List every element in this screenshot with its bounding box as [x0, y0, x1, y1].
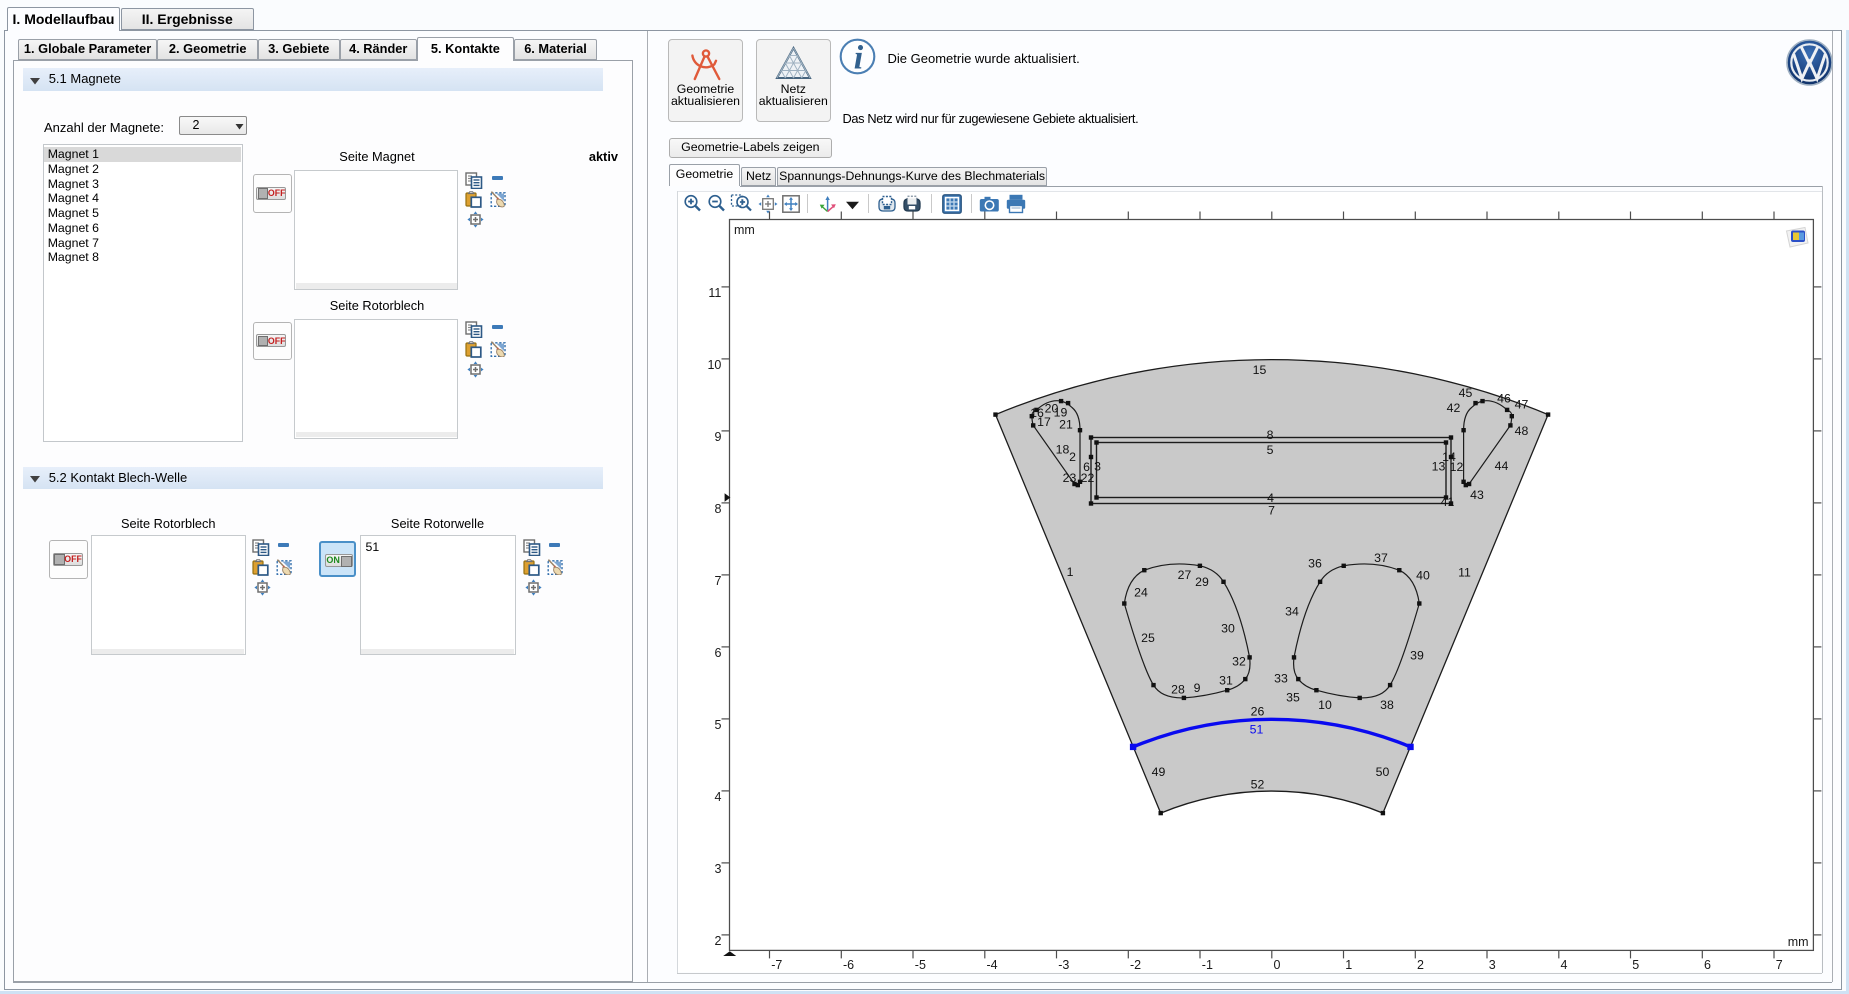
svg-text:48: 48: [1515, 424, 1529, 438]
svg-text:5: 5: [1267, 443, 1274, 457]
svg-text:3: 3: [714, 862, 721, 876]
svg-text:-6: -6: [843, 958, 854, 972]
svg-text:44: 44: [1495, 459, 1509, 473]
svg-text:mm: mm: [734, 223, 755, 237]
svg-text:33: 33: [1274, 671, 1288, 685]
svg-text:35: 35: [1286, 690, 1300, 704]
svg-text:-1: -1: [1202, 958, 1213, 972]
svg-text:8: 8: [714, 502, 721, 516]
svg-text:14: 14: [1442, 450, 1456, 464]
svg-text:29: 29: [1195, 575, 1209, 589]
svg-text:4: 4: [1561, 958, 1568, 972]
svg-text:7: 7: [714, 574, 721, 588]
svg-text:8: 8: [1267, 428, 1274, 442]
svg-text:45: 45: [1459, 386, 1473, 400]
svg-text:31: 31: [1219, 673, 1233, 687]
svg-text:i: i: [854, 40, 864, 77]
svg-text:43: 43: [1470, 488, 1484, 502]
svg-text:6: 6: [714, 646, 721, 660]
svg-text:51: 51: [1250, 722, 1264, 736]
svg-text:7: 7: [1776, 958, 1783, 972]
svg-text:6: 6: [1704, 958, 1711, 972]
svg-text:50: 50: [1376, 765, 1390, 779]
svg-text:32: 32: [1232, 654, 1246, 668]
svg-text:30: 30: [1221, 621, 1235, 635]
svg-text:2: 2: [714, 934, 721, 948]
svg-text:37: 37: [1374, 551, 1388, 565]
svg-text:3: 3: [1094, 459, 1101, 473]
svg-text:34: 34: [1285, 604, 1299, 618]
svg-text:22: 22: [1081, 471, 1095, 485]
svg-text:mm: mm: [1788, 935, 1809, 949]
svg-text:28: 28: [1171, 682, 1185, 696]
svg-text:-3: -3: [1058, 958, 1069, 972]
svg-text:-7: -7: [771, 958, 782, 972]
svg-text:1: 1: [1345, 958, 1352, 972]
svg-text:9: 9: [714, 430, 721, 444]
svg-text:49: 49: [1152, 765, 1166, 779]
svg-text:38: 38: [1380, 698, 1394, 712]
svg-text:7: 7: [1268, 504, 1275, 518]
svg-text:5: 5: [714, 718, 721, 732]
svg-text:46: 46: [1497, 391, 1511, 405]
svg-text:15: 15: [1253, 363, 1267, 377]
svg-text:18: 18: [1056, 442, 1070, 456]
svg-text:39: 39: [1410, 648, 1424, 662]
svg-text:23: 23: [1063, 471, 1077, 485]
svg-text:0: 0: [1274, 958, 1281, 972]
svg-text:17: 17: [1037, 415, 1051, 429]
svg-text:11: 11: [708, 286, 721, 300]
svg-text:21: 21: [1059, 417, 1073, 431]
svg-text:36: 36: [1308, 556, 1322, 570]
svg-text:11: 11: [1458, 565, 1471, 579]
svg-text:3: 3: [1489, 958, 1496, 972]
svg-text:1: 1: [1067, 565, 1074, 579]
svg-text:47: 47: [1515, 397, 1529, 411]
svg-text:26: 26: [1251, 704, 1265, 718]
svg-text:41: 41: [1441, 495, 1455, 509]
svg-text:2: 2: [1069, 450, 1076, 464]
svg-text:-4: -4: [987, 958, 998, 972]
svg-text:40: 40: [1416, 568, 1430, 582]
svg-text:10: 10: [707, 358, 721, 372]
svg-text:-5: -5: [915, 958, 926, 972]
svg-text:4: 4: [714, 790, 721, 804]
svg-text:2: 2: [1417, 958, 1424, 972]
svg-text:5: 5: [1632, 958, 1639, 972]
svg-text:9: 9: [1194, 681, 1201, 695]
svg-text:27: 27: [1178, 568, 1192, 582]
svg-text:10: 10: [1318, 698, 1332, 712]
svg-text:-2: -2: [1130, 958, 1141, 972]
svg-text:52: 52: [1251, 777, 1265, 791]
svg-text:24: 24: [1134, 585, 1148, 599]
svg-text:42: 42: [1447, 401, 1461, 415]
svg-text:25: 25: [1141, 631, 1155, 645]
